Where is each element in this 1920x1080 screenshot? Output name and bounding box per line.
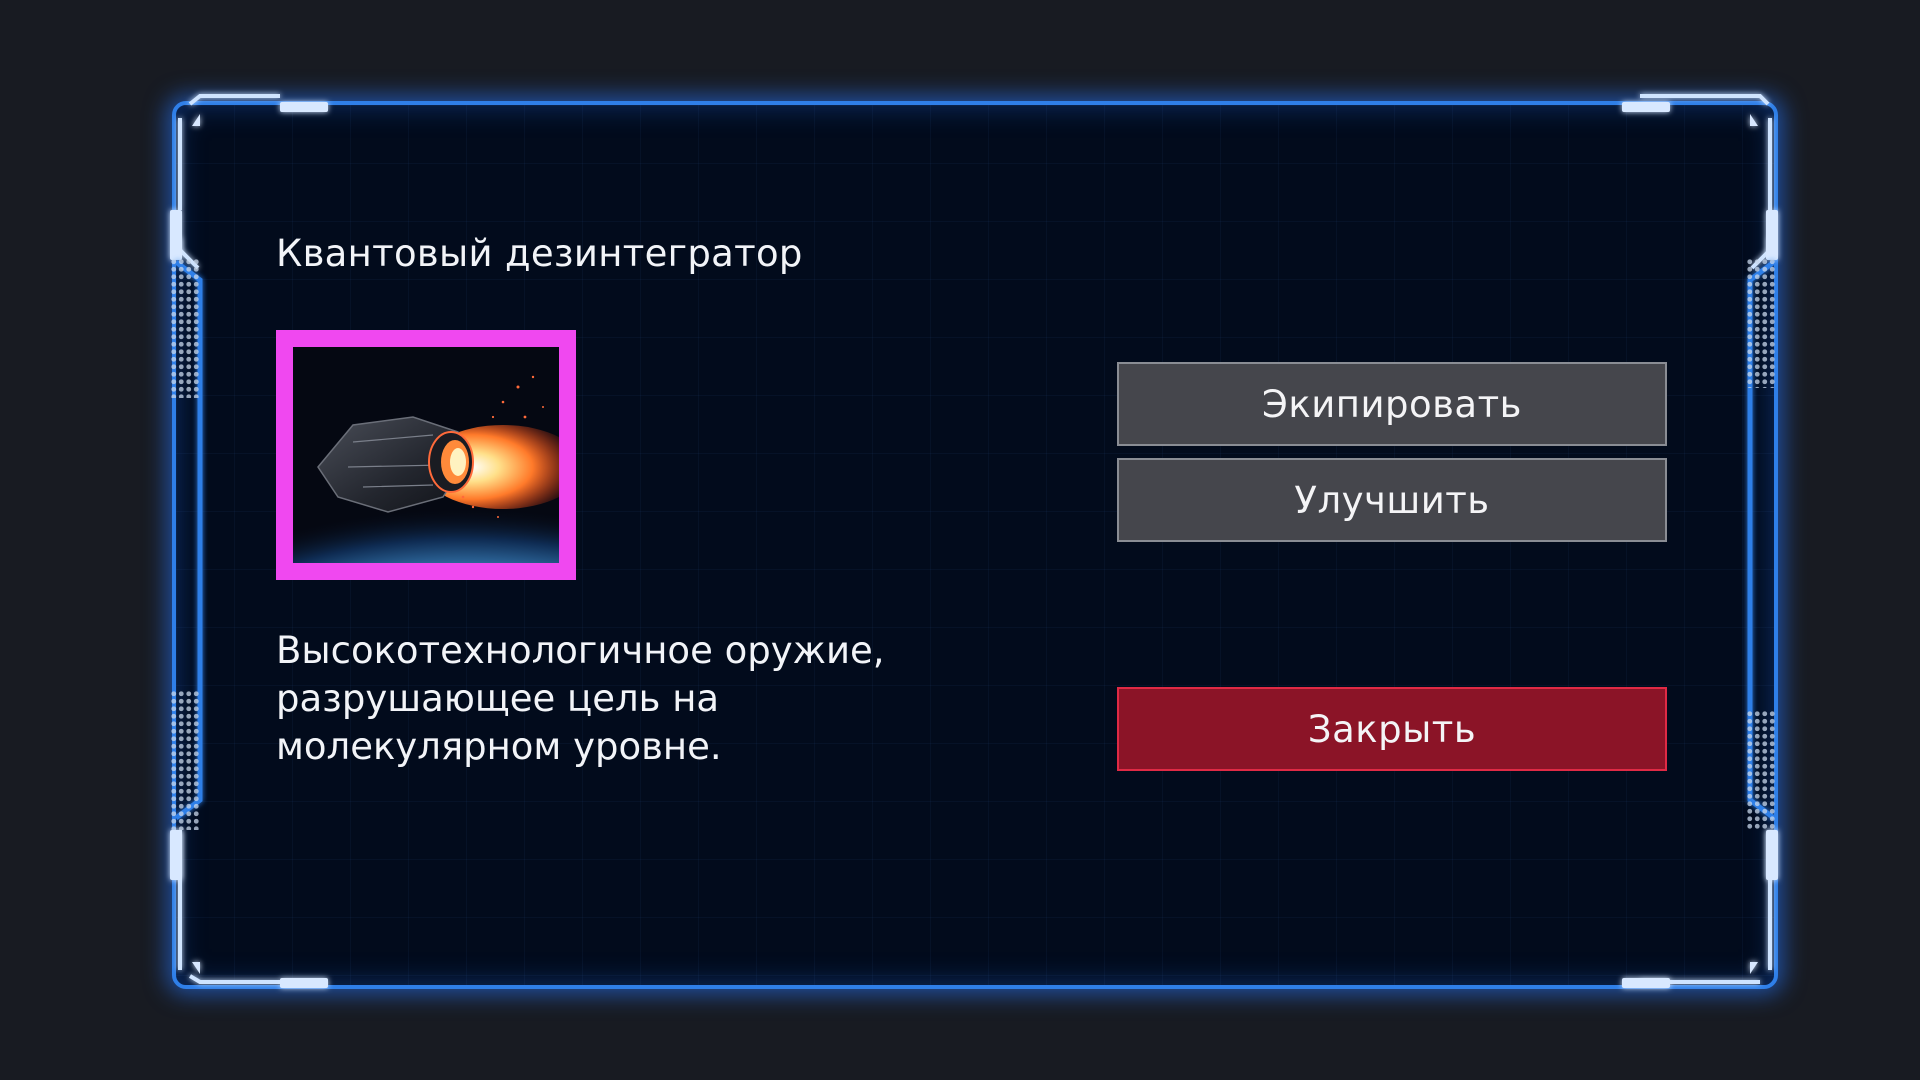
left-dots-lower [170, 690, 200, 830]
close-button[interactable]: Закрыть [1117, 687, 1667, 771]
item-image [276, 330, 576, 580]
upgrade-button[interactable]: Улучшить [1117, 458, 1667, 542]
right-dots-upper [1746, 258, 1776, 388]
spaceship-weapon-image [293, 347, 559, 563]
close-button-label: Закрыть [1307, 707, 1477, 751]
game-screen: Квантовый дезинтегратор Высокотехнологич… [0, 0, 1920, 1080]
equip-button[interactable]: Экипировать [1117, 362, 1667, 446]
equip-button-label: Экипировать [1262, 382, 1522, 426]
upgrade-button-label: Улучшить [1294, 478, 1490, 522]
item-description: Высокотехнологичное оружие, разрушающее … [276, 629, 885, 768]
item-title: Квантовый дезинтегратор [276, 232, 803, 275]
right-dots-lower [1746, 710, 1776, 830]
left-dots-upper [170, 258, 200, 398]
